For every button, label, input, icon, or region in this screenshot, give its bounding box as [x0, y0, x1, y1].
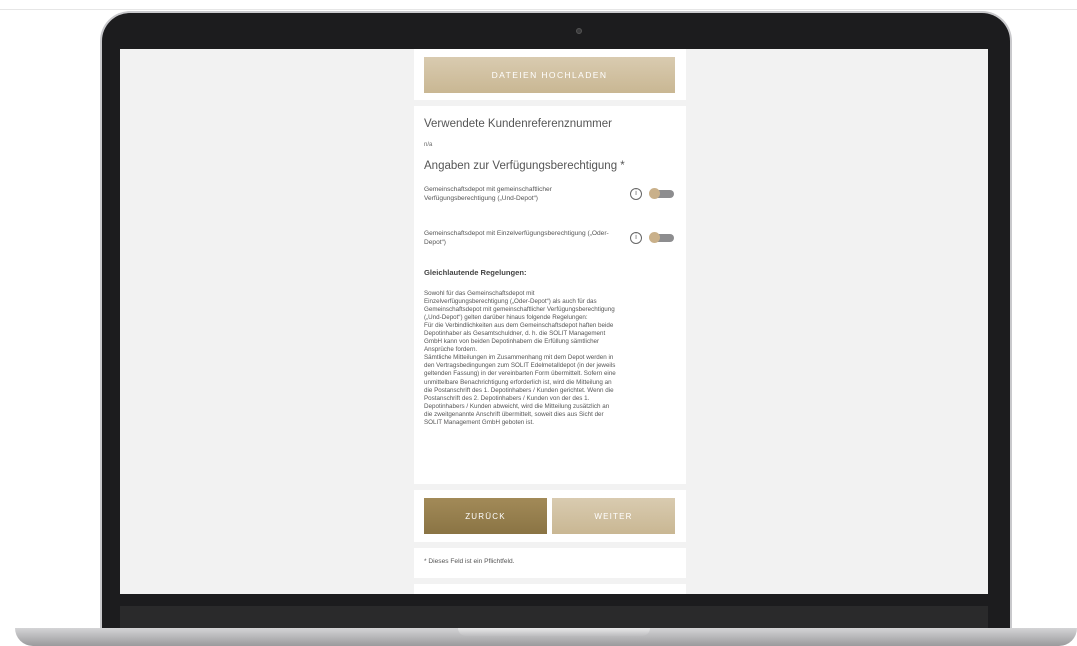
option-label: Gemeinschaftsdepot mit Einzelverfügungsb…	[424, 230, 609, 246]
screen: DATEIEN HOCHLADEN Verwendete Kundenrefer…	[120, 49, 988, 594]
required-note-card: * Dieses Feld ist ein Pflichtfeld.	[414, 548, 686, 578]
authorization-heading: Angaben zur Verfügungsberechtigung *	[424, 160, 625, 172]
reference-heading: Verwendete Kundenreferenznummer	[424, 118, 612, 130]
screen-bottom-bar	[120, 606, 988, 628]
laptop-notch	[458, 628, 650, 636]
oder-depot-toggle[interactable]	[649, 232, 674, 243]
back-button[interactable]: ZURÜCK	[424, 498, 547, 534]
option-label: Gemeinschaftsdepot mit gemeinschaftliche…	[424, 186, 552, 202]
next-button[interactable]: WEITER	[552, 498, 675, 534]
upload-card: DATEIEN HOCHLADEN	[414, 49, 686, 100]
required-field-note: * Dieses Feld ist ein Pflichtfeld.	[424, 558, 515, 565]
next-card	[414, 584, 686, 594]
top-divider	[0, 9, 1077, 10]
camera-icon	[576, 28, 582, 34]
upload-files-button[interactable]: DATEIEN HOCHLADEN	[424, 57, 675, 93]
info-icon[interactable]: i	[630, 232, 642, 244]
option-oder-depot: Gemeinschaftsdepot mit Einzelverfügungsb…	[424, 229, 676, 253]
toggle-knob	[649, 232, 660, 243]
rules-text: Sowohl für das Gemeinschaftsdepot mit Ei…	[424, 290, 616, 426]
toggle-knob	[649, 188, 660, 199]
depot-details-card: Verwendete Kundenreferenznummer n/a Anga…	[414, 106, 686, 484]
info-icon[interactable]: i	[630, 188, 642, 200]
und-depot-toggle[interactable]	[649, 188, 674, 199]
navigation-card: ZURÜCK WEITER	[414, 490, 686, 542]
reference-value: n/a	[424, 142, 433, 148]
rules-heading: Gleichlautende Regelungen:	[424, 268, 527, 277]
option-und-depot: Gemeinschaftsdepot mit gemeinschaftliche…	[424, 185, 676, 209]
